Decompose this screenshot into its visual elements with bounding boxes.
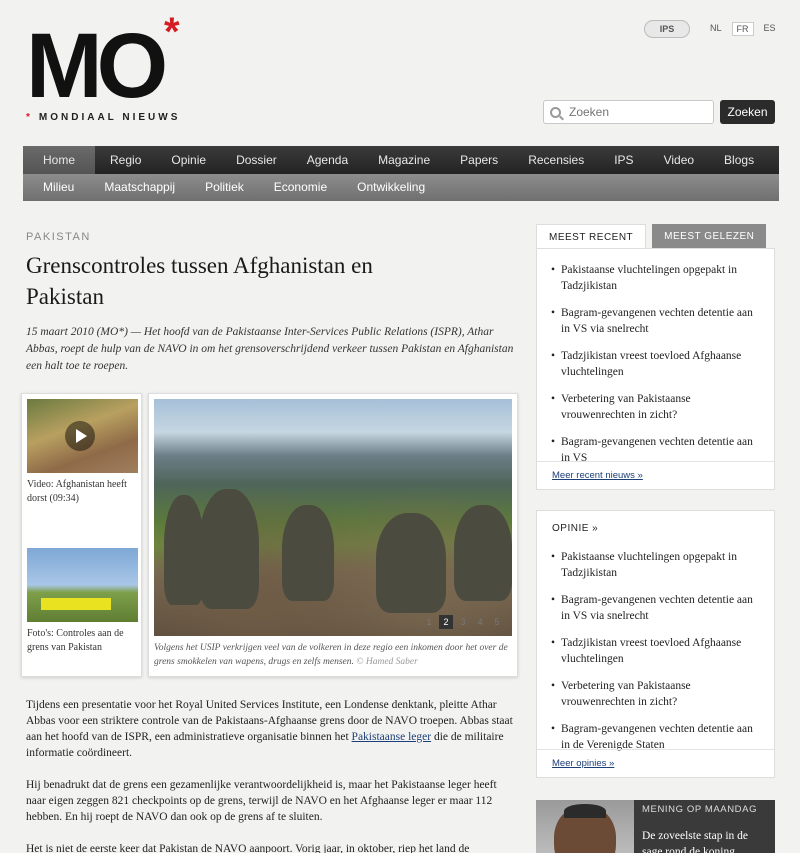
search-icon	[550, 106, 561, 118]
article-title: Grenscontroles tussen Afghanistan en Pak…	[26, 253, 373, 309]
lang-fr[interactable]: FR	[731, 22, 754, 36]
list-item[interactable]: Bagram-gevangenen vechten detentie aan i…	[551, 710, 760, 753]
logo-subtitle-text: MONDIAAL NIEUWS	[38, 112, 181, 123]
soldier-figure	[164, 495, 204, 605]
main-photo-frame: 1 2 3 4 5 Volgens het USIP verkrijgen ve…	[148, 393, 518, 677]
mening-headline[interactable]: De zoveelste stap in de sage rond de kon…	[642, 828, 770, 853]
list-item[interactable]: Bagram-gevangenen vechten detentie aan i…	[551, 581, 760, 624]
photo-caption: Volgens het USIP verkrijgen veel van de …	[154, 641, 512, 669]
video-thumbnail[interactable]	[27, 399, 138, 473]
nav-home[interactable]: Home	[23, 146, 96, 174]
nav-recensies[interactable]: Recensies	[513, 146, 599, 174]
more-recent-link[interactable]: Meer recent nieuws »	[552, 470, 643, 481]
media-sidebar: Video: Afghanistan heeft dorst (09:34) F…	[21, 393, 142, 677]
article-kicker[interactable]: PAKISTAN	[26, 231, 91, 243]
list-item[interactable]: Bagram-gevangenen vechten detentie aan i…	[551, 423, 760, 466]
news-tabs: MEEST RECENT MEEST GELEZEN	[536, 224, 767, 249]
main-navigation: Home Regio Opinie Dossier Agenda Magazin…	[23, 146, 779, 201]
soldiers-photo[interactable]: 1 2 3 4 5	[154, 399, 512, 636]
video-caption[interactable]: Video: Afghanistan heeft dorst (09:34)	[27, 478, 136, 506]
primary-nav: Home Regio Opinie Dossier Agenda Magazin…	[23, 146, 779, 174]
nav-papers[interactable]: Papers	[445, 146, 513, 174]
mening-op-maandag-teaser[interactable]: MENING OP MAANDAG De zoveelste stap in d…	[536, 800, 775, 853]
soldier-figure	[282, 505, 334, 601]
nav-regio[interactable]: Regio	[95, 146, 156, 174]
photo-credit: © Hamed Saber	[356, 657, 418, 667]
author-photo	[536, 800, 634, 853]
nav-maatschappij[interactable]: Maatschappij	[104, 174, 195, 201]
soldier-figure	[199, 489, 259, 609]
ips-badge[interactable]: IPS	[644, 20, 690, 38]
nav-milieu[interactable]: Milieu	[43, 174, 94, 201]
nav-opinie[interactable]: Opinie	[156, 146, 221, 174]
pager-5[interactable]: 5	[490, 615, 504, 629]
opinie-heading[interactable]: OPINIE »	[537, 511, 774, 538]
pager-3[interactable]: 3	[456, 615, 470, 629]
nav-politiek[interactable]: Politiek	[205, 174, 264, 201]
nav-agenda[interactable]: Agenda	[292, 146, 363, 174]
list-item[interactable]: Verbetering van Pakistaanse vrouwenrecht…	[551, 667, 760, 710]
photo-gallery-caption[interactable]: Foto's: Controles aan de grens van Pakis…	[27, 627, 136, 655]
lang-nl[interactable]: NL	[706, 22, 726, 36]
nav-magazine[interactable]: Magazine	[363, 146, 445, 174]
portrait-image	[554, 804, 616, 853]
lang-es[interactable]: ES	[760, 22, 780, 36]
nav-economie[interactable]: Economie	[274, 174, 347, 201]
list-item[interactable]: Verbetering van Pakistaanse vrouwenrecht…	[551, 380, 760, 423]
list-item[interactable]: Pakistaanse vluchtelingen opgepakt in Ta…	[551, 251, 760, 294]
pager-1[interactable]: 1	[422, 615, 436, 629]
more-recent-link-row: Meer recent nieuws »	[537, 461, 774, 489]
article-body: Tijdens een presentatie voor het Royal U…	[26, 697, 516, 853]
protest-banner-image	[41, 598, 111, 610]
list-item[interactable]: Tadzjikistan vreest toevloed Afghaanse v…	[551, 337, 760, 380]
logo-star: *	[164, 10, 180, 54]
article-lead: 15 maart 2010 (MO*) — Het hoofd van de P…	[26, 326, 514, 372]
photo-pager: 1 2 3 4 5	[422, 615, 504, 629]
search-input[interactable]	[569, 105, 699, 119]
search-box	[543, 100, 714, 124]
soldier-figure	[376, 513, 446, 613]
pager-4[interactable]: 4	[473, 615, 487, 629]
list-item[interactable]: Pakistaanse vluchtelingen opgepakt in Ta…	[551, 538, 760, 581]
photo-caption-text: Volgens het USIP verkrijgen veel van de …	[154, 643, 508, 667]
nav-ontwikkeling[interactable]: Ontwikkeling	[357, 174, 445, 201]
pager-2[interactable]: 2	[439, 615, 453, 629]
recent-news-list: Pakistaanse vluchtelingen opgepakt in Ta…	[537, 249, 774, 466]
site-logo[interactable]: MO * * MONDIAAL NIEUWS	[26, 10, 186, 126]
logo-star-small: *	[26, 112, 33, 123]
more-opinies-link-row: Meer opinies »	[537, 749, 774, 777]
tab-meest-gelezen[interactable]: MEEST GELEZEN	[652, 224, 767, 249]
list-item[interactable]: Tadzjikistan vreest toevloed Afghaanse v…	[551, 624, 760, 667]
article-paragraph: Tijdens een presentatie voor het Royal U…	[26, 697, 516, 761]
language-switcher: NL FR ES	[706, 22, 780, 36]
secondary-nav: Milieu Maatschappij Politiek Economie On…	[23, 174, 779, 201]
search-button[interactable]: Zoeken	[720, 100, 775, 124]
mening-label: MENING OP MAANDAG	[642, 804, 758, 815]
more-opinies-link[interactable]: Meer opinies »	[552, 758, 614, 769]
recent-news-box: Pakistaanse vluchtelingen opgepakt in Ta…	[536, 248, 775, 490]
play-icon[interactable]	[65, 421, 95, 451]
photo-thumbnail[interactable]	[27, 548, 138, 622]
soldier-figure	[454, 505, 512, 601]
nav-blogs[interactable]: Blogs	[709, 146, 769, 174]
logo-subtitle: * MONDIAAL NIEUWS	[26, 112, 180, 123]
pakistaanse-leger-link[interactable]: Pakistaanse leger	[352, 731, 432, 743]
opinie-list: Pakistaanse vluchtelingen opgepakt in Ta…	[537, 538, 774, 753]
opinie-box: OPINIE » Pakistaanse vluchtelingen opgep…	[536, 510, 775, 778]
nav-video[interactable]: Video	[649, 146, 709, 174]
article-paragraph: Het is niet de eerste keer dat Pakistan …	[26, 843, 470, 853]
logo-mark: MO	[26, 15, 168, 117]
list-item[interactable]: Bagram-gevangenen vechten detentie aan i…	[551, 294, 760, 337]
nav-ips[interactable]: IPS	[599, 146, 648, 174]
article-paragraph: Hij benadrukt dat de grens een gezamenli…	[26, 779, 497, 823]
tab-meest-recent[interactable]: MEEST RECENT	[536, 224, 647, 249]
nav-dossier[interactable]: Dossier	[221, 146, 292, 174]
